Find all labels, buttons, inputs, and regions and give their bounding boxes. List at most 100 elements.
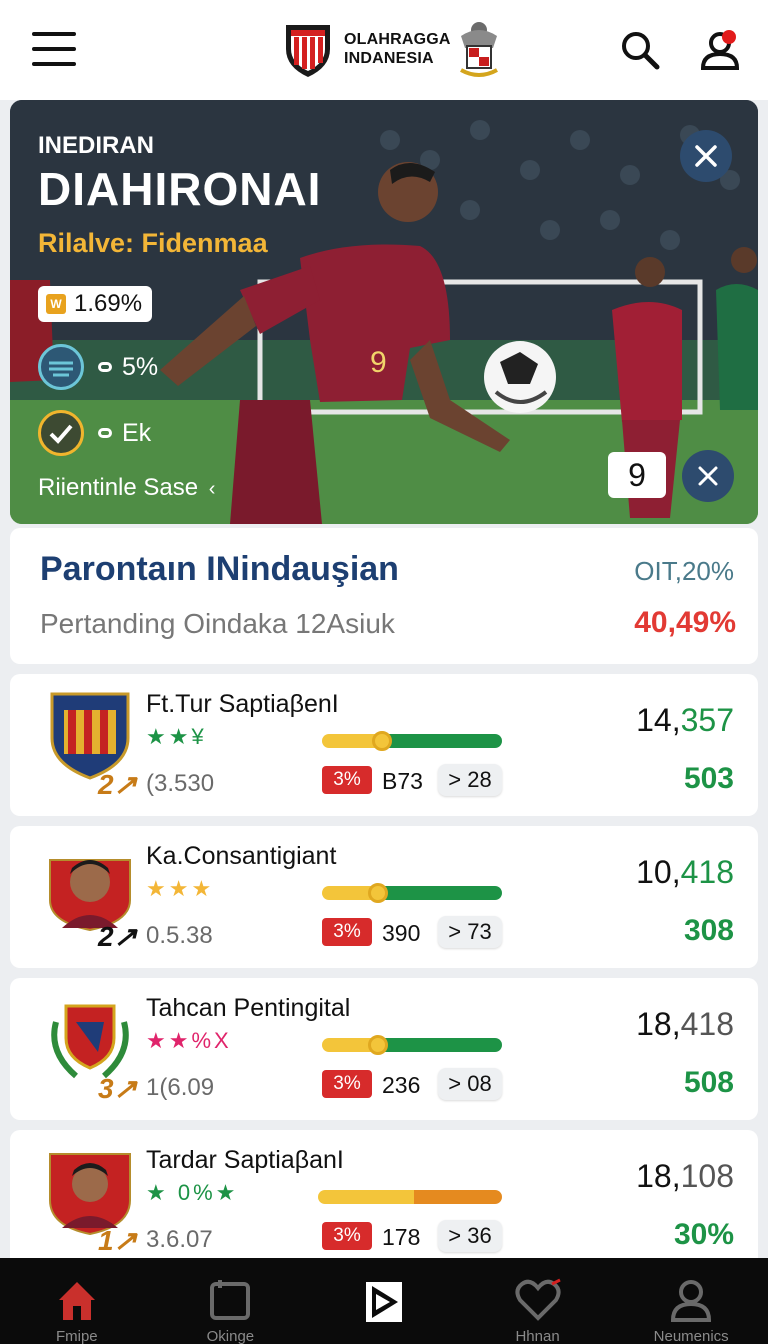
hero-link-label: Riientinle Sase [38, 474, 199, 501]
team-total-prefix: 14, [636, 702, 681, 738]
team-rank: 2↗ [98, 769, 138, 800]
hero-banner[interactable]: 9 INEDIRAN DIAHIRONAI Rilalve: Fidenmaa … [10, 100, 758, 524]
team-sub: (3.530 [146, 770, 215, 797]
hero-row2-value: Ek [122, 418, 152, 447]
team-red-badge: 3% [322, 918, 372, 946]
team-arrow-pill[interactable]: > 08 [438, 1068, 502, 1100]
team-mid-value: 390 [382, 920, 421, 946]
profile-icon [671, 1280, 712, 1322]
summary-pct-top: OIT,20% [634, 556, 734, 586]
hero-row1-value: 5% [122, 352, 159, 381]
team-small-value: 308 [683, 914, 734, 947]
garuda-emblem-icon [459, 22, 498, 77]
player-photo-icon [49, 859, 131, 932]
hero-title: DIAHIRONAI [38, 163, 322, 215]
hero-row-chart: 5% [38, 344, 158, 390]
team-rank: 2↗ [98, 921, 138, 952]
nav-okinge[interactable]: Okinge [154, 1258, 308, 1344]
dismiss-icon[interactable] [682, 450, 734, 502]
team-small-value: 508 [683, 1066, 734, 1099]
play-logo-icon [365, 1282, 402, 1322]
close-icon[interactable] [680, 130, 732, 182]
row-dot-icon [98, 362, 112, 372]
hero-link[interactable]: Riientinle Sase ‹ [38, 474, 215, 502]
team-crest-icon [50, 692, 130, 780]
hero-overline: INEDIRAN [38, 132, 155, 159]
nav-home-label: Fmipe [55, 1328, 98, 1344]
team-arrow-pill[interactable]: > 28 [438, 764, 502, 796]
team-mid-value: B73 [382, 768, 423, 794]
nav-neumenics[interactable]: Neumenics [614, 1258, 768, 1344]
brand-name: OLAHRAGGA INDANESIA [344, 30, 451, 68]
team-sub: 0.5.38 [146, 922, 213, 949]
team-total-prefix: 18, [636, 1158, 681, 1194]
check-circle-icon [38, 410, 84, 456]
square-icon [210, 1280, 251, 1320]
bottom-navigation: Fmipe Okinge Hhnan Neumenics [0, 1258, 768, 1344]
team-mid-value: 178 [382, 1224, 421, 1250]
brand-logo[interactable]: OLAHRAGGA INDANESIA [282, 18, 503, 80]
team-total-suffix: 357 [680, 702, 734, 738]
brand-line-2: INDANESIA [344, 50, 434, 67]
hero-row-check: Ek [38, 410, 151, 456]
team-total-suffix: 108 [680, 1158, 734, 1194]
team-progress-bar [322, 886, 502, 900]
progress-knob[interactable] [368, 883, 388, 903]
team-arrow-pill[interactable]: > 36 [438, 1220, 502, 1252]
progress-knob[interactable] [368, 1035, 388, 1055]
user-icon[interactable] [698, 26, 742, 72]
team-stars-text: ★★★ [146, 876, 215, 901]
nav-hhnan[interactable]: Hhnan [461, 1258, 615, 1344]
nav-neumenics-label: Neumenics [653, 1328, 729, 1344]
row-dot-icon [98, 428, 112, 438]
nav-home[interactable]: Fmipe [0, 1258, 154, 1344]
team-total: 10,418 [636, 854, 734, 891]
team-card[interactable]: 2↗ Ft.Tur SaptiaβenI ★★¥ (3.530 3% B73 >… [10, 674, 758, 816]
team-stars: ★★%X [146, 1028, 232, 1053]
search-icon[interactable] [618, 28, 662, 72]
team-sub: 1(6.09 [146, 1074, 215, 1101]
team-card[interactable]: 2↗ Ka.Consantigiant ★★★ 0.5.38 3% 390 > … [10, 826, 758, 968]
team-progress-bar [322, 1038, 502, 1052]
team-red-badge: 3% [322, 1070, 372, 1098]
team-stars: ★★★ [146, 876, 214, 902]
team-progress-bar [322, 734, 502, 748]
summary-subtitle: Pertanding Oindaka 12Asiuk [40, 608, 395, 639]
team-total-prefix: 10, [636, 854, 681, 890]
team-red-badge: 3% [322, 766, 372, 794]
team-stars: ★ 0%★ [146, 1180, 239, 1205]
team-card[interactable]: 3↗ Tahcan Pentingital ★★%X 1(6.09 3% 236… [10, 978, 758, 1120]
home-icon [58, 1282, 95, 1320]
chart-circle-icon [38, 344, 84, 390]
team-progress-bar [318, 1190, 502, 1204]
laurel-crest-icon [51, 1004, 129, 1079]
team-sub: 3.6.07 [146, 1226, 213, 1253]
stat-icon: W [46, 294, 66, 314]
team-name: Tardar SaptiaβanI [146, 1146, 344, 1174]
brand-line-1: OLAHRAGGA [344, 31, 451, 48]
jersey-number: 9 [370, 346, 387, 379]
team-red-badge: 3% [322, 1222, 372, 1250]
team-name: Tahcan Pentingital [146, 994, 351, 1022]
team-mid-value: 236 [382, 1072, 421, 1098]
progress-knob[interactable] [372, 731, 392, 751]
hamburger-icon[interactable] [32, 32, 76, 68]
team-name: Ft.Tur SaptiaβenI [146, 690, 339, 718]
team-card[interactable]: 1↗ Tardar SaptiaβanI ★ 0%★ 3.6.07 3% 178… [10, 1130, 758, 1272]
team-total-suffix: 418 [680, 854, 734, 890]
top-app-bar: OLAHRAGGA INDANESIA [0, 0, 768, 100]
nav-center[interactable] [307, 1258, 461, 1344]
summary-card[interactable]: Parontaın INindauşian Pertanding Oindaka… [10, 528, 758, 664]
team-small-value: 503 [683, 762, 734, 795]
notification-dot [722, 30, 736, 44]
app-root: OLAHRAGGA INDANESIA 9 INEDIRAN DIAHIRONA… [0, 0, 768, 1344]
team-name: Ka.Consantigiant [146, 842, 337, 870]
team-total-prefix: 18, [636, 1006, 681, 1042]
nav-okinge-label: Okinge [206, 1328, 255, 1344]
team-small-value: 30% [673, 1218, 734, 1251]
nav-hhnan-label: Hhnan [515, 1328, 560, 1344]
team-arrow-pill[interactable]: > 73 [438, 916, 502, 948]
team-total: 14,357 [636, 702, 734, 739]
team-total: 18,108 [636, 1158, 734, 1195]
hero-stat-value: 1.69% [74, 290, 143, 317]
